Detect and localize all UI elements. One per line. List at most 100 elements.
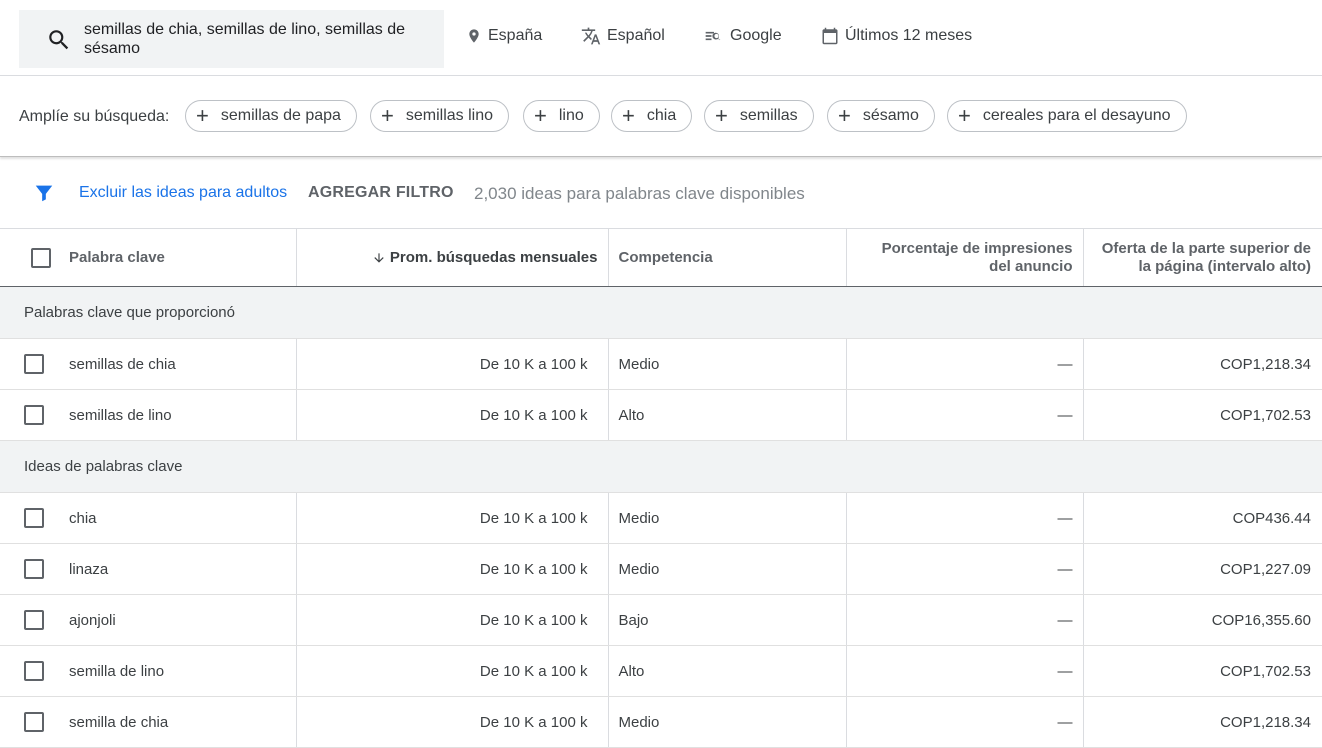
avg-searches-cell: De 10 K a 100 k (295, 492, 608, 544)
top-bid-cell: COP1,702.53 (1082, 645, 1322, 697)
language-label: Español (607, 27, 665, 44)
select-all-cell (0, 228, 58, 287)
row-checkbox[interactable] (24, 559, 44, 579)
row-checkbox[interactable] (24, 508, 44, 528)
network-label: Google (730, 27, 782, 44)
keyword-cell: semilla de lino (58, 645, 296, 697)
top-bid-cell: COP16,355.60 (1082, 594, 1322, 646)
location-label: España (488, 27, 543, 44)
avg-searches-cell: De 10 K a 100 k (295, 696, 608, 748)
group-row-ideas: Ideas de palabras clave (0, 440, 1322, 493)
broaden-chip[interactable]: + semillas de papa (185, 100, 357, 132)
broaden-search-bar: Amplíe su búsqueda: + semillas de papa + s… (0, 76, 1322, 157)
location-selector[interactable]: España (466, 24, 542, 48)
competition-cell: Medio (607, 696, 846, 748)
table-row: chia De 10 K a 100 k Medio — COP436.44 (0, 492, 1322, 544)
competition-cell: Bajo (607, 594, 846, 646)
keyword-cell: ajonjoli (58, 594, 296, 646)
broaden-chip[interactable]: + sésamo (827, 100, 935, 132)
add-filter-button[interactable]: AGREGAR FILTRO (308, 184, 454, 202)
column-header-top-bid-high[interactable]: Oferta de la parte superior de la página… (1082, 228, 1322, 287)
select-all-checkbox[interactable] (31, 247, 51, 268)
search-network-icon (705, 31, 721, 41)
filter-bar: Excluir las ideas para adultos AGREGAR F… (0, 157, 1322, 229)
chip-label: sésamo (862, 107, 919, 124)
avg-searches-cell: De 10 K a 100 k (295, 645, 608, 697)
impression-share-cell: — (845, 389, 1083, 441)
ideas-count: 2,030 ideas para palabras clave disponib… (474, 184, 805, 203)
network-selector[interactable]: Google (704, 24, 782, 48)
row-check-cell (0, 492, 58, 544)
row-checkbox[interactable] (24, 354, 44, 374)
broaden-label: Amplíe su búsqueda: (19, 108, 170, 125)
keyword-ideas-table: Palabra clave Prom. búsquedas mensuales … (0, 228, 1322, 748)
search-query: semillas de chia, semillas de lino, semi… (84, 21, 406, 57)
plus-icon: + (622, 103, 635, 128)
row-check-cell (0, 645, 58, 697)
keyword-cell: semillas de chia (58, 338, 296, 390)
broaden-chip[interactable]: + cereales para el desayuno (947, 100, 1187, 132)
row-checkbox[interactable] (24, 610, 44, 630)
row-check-cell (0, 696, 58, 748)
location-pin-icon (469, 29, 479, 43)
plus-icon: + (958, 103, 971, 128)
row-checkbox[interactable] (24, 405, 44, 425)
competition-cell: Medio (607, 492, 846, 544)
column-header-impression-share[interactable]: Porcentaje de impresiones del anuncio (845, 228, 1083, 287)
broaden-chip[interactable]: + chia (611, 100, 693, 132)
broaden-chip[interactable]: + semillas lino (370, 100, 509, 132)
impression-share-cell: — (845, 645, 1083, 697)
chip-label: cereales para el desayuno (982, 107, 1171, 124)
chip-label: semillas lino (405, 107, 493, 124)
plus-icon: + (838, 103, 851, 128)
row-checkbox[interactable] (24, 661, 44, 681)
arrow-down-icon (374, 252, 384, 263)
row-check-cell (0, 543, 58, 595)
top-toolbar: semillas de chia, semillas de lino, semi… (0, 0, 1322, 76)
plus-icon: + (534, 103, 547, 128)
date-range-selector[interactable]: Últimos 12 meses (821, 24, 972, 48)
top-bid-cell: COP1,702.53 (1082, 389, 1322, 441)
table-row: semillas de chia De 10 K a 100 k Medio —… (0, 338, 1322, 390)
impression-share-cell: — (845, 696, 1083, 748)
competition-cell: Medio (607, 338, 846, 390)
impression-share-cell: — (845, 594, 1083, 646)
date-range-label: Últimos 12 meses (845, 27, 973, 44)
broaden-chip[interactable]: + lino (523, 100, 600, 132)
table-row: semillas de lino De 10 K a 100 k Alto — … (0, 389, 1322, 441)
broaden-chip[interactable]: + semillas (704, 100, 814, 132)
chip-label: semillas (739, 107, 798, 124)
table-header-row: Palabra clave Prom. búsquedas mensuales … (0, 228, 1322, 287)
top-bid-cell: COP436.44 (1082, 492, 1322, 544)
column-header-avg-searches[interactable]: Prom. búsquedas mensuales (295, 228, 608, 287)
filter-icon[interactable] (33, 182, 55, 204)
row-check-cell (0, 389, 58, 441)
impression-share-cell: — (845, 492, 1083, 544)
exclude-adult-ideas-filter[interactable]: Excluir las ideas para adultos (79, 184, 287, 202)
top-bid-cell: COP1,218.34 (1082, 696, 1322, 748)
search-icon (49, 30, 69, 50)
calendar-icon (822, 27, 838, 45)
group-row-provided: Palabras clave que proporcionó (0, 286, 1322, 339)
plus-icon: + (381, 103, 394, 128)
chip-label: semillas de papa (220, 107, 341, 124)
avg-searches-cell: De 10 K a 100 k (295, 543, 608, 595)
competition-cell: Medio (607, 543, 846, 595)
competition-cell: Alto (607, 645, 846, 697)
language-selector[interactable]: Español (581, 24, 665, 48)
keyword-cell: chia (58, 492, 296, 544)
column-header-competition[interactable]: Competencia (607, 228, 846, 287)
search-input[interactable]: semillas de chia, semillas de lino, semi… (19, 10, 444, 68)
group-title: Palabras clave que proporcionó (0, 286, 1322, 339)
column-header-keyword[interactable]: Palabra clave (58, 228, 296, 287)
avg-searches-cell: De 10 K a 100 k (295, 338, 608, 390)
chip-label: chia (646, 107, 677, 124)
competition-cell: Alto (607, 389, 846, 441)
row-checkbox[interactable] (24, 712, 44, 732)
plus-icon: + (715, 103, 728, 128)
top-bid-cell: COP1,218.34 (1082, 338, 1322, 390)
keyword-cell: linaza (58, 543, 296, 595)
avg-searches-cell: De 10 K a 100 k (295, 594, 608, 646)
group-title: Ideas de palabras clave (0, 440, 1322, 493)
table-row: linaza De 10 K a 100 k Medio — COP1,227.… (0, 543, 1322, 595)
